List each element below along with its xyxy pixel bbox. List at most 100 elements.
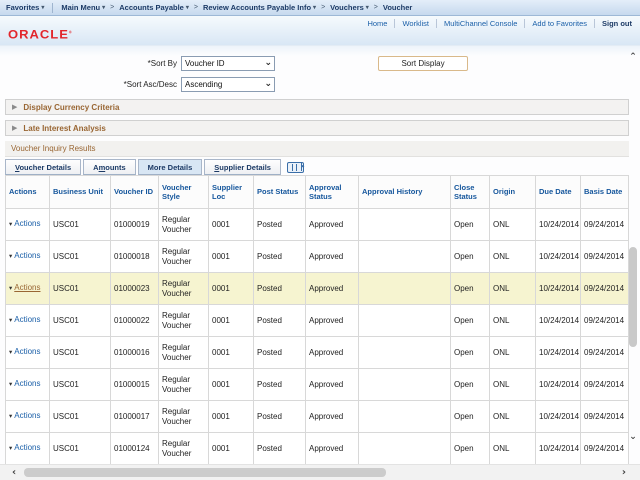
horizontal-scrollbar-thumb[interactable] (24, 468, 386, 477)
business-unit-cell: USC01 (50, 273, 111, 305)
tab-voucher-details[interactable]: Voucher Details (5, 159, 81, 175)
basis-date-cell: 09/24/2014 (581, 273, 629, 305)
approval-history-cell (359, 401, 451, 433)
approval-history-cell (359, 433, 451, 465)
basis-date-cell: 09/24/2014 (581, 337, 629, 369)
close-status-cell: Open (451, 305, 490, 337)
breadcrumb-separator: > (194, 4, 198, 11)
actions-link[interactable]: Actions (14, 347, 40, 356)
origin-cell: ONL (490, 273, 536, 305)
post-status-cell: Posted (254, 305, 306, 337)
origin-cell: ONL (490, 401, 536, 433)
breadcrumb-voucher[interactable]: Voucher (383, 3, 412, 12)
voucher-style-cell: Regular Voucher (159, 401, 209, 433)
breadcrumb-separator: > (374, 4, 378, 11)
voucher-id-cell: 01000018 (111, 241, 159, 273)
chevron-down-icon: ▾ (186, 5, 189, 11)
basis-date-cell: 09/24/2014 (581, 209, 629, 241)
breadcrumb-vouchers[interactable]: Vouchers ▾ (330, 3, 369, 12)
due-date-cell: 10/24/2014 (536, 273, 581, 305)
chevron-down-icon: ▾ (366, 5, 369, 11)
vertical-scrollbar-thumb[interactable] (629, 247, 637, 347)
breadcrumb-voucher-label: Voucher (383, 3, 412, 12)
business-unit-cell: USC01 (50, 241, 111, 273)
actions-link[interactable]: Actions (14, 411, 40, 420)
page-content: *Sort By Voucher ID ⌄ Sort Display *Sort… (0, 46, 640, 480)
section-display-currency-criteria[interactable]: ▶ Display Currency Criteria (5, 99, 629, 115)
oracle-logo: ORACLE® (8, 28, 73, 42)
actions-link[interactable]: Actions (14, 443, 40, 452)
sort-asc-desc-label: *Sort Asc/Desc (0, 80, 177, 89)
section-late-interest-analysis[interactable]: ▶ Late Interest Analysis (5, 120, 629, 136)
actions-cell: ▾Actions (6, 273, 50, 305)
actions-link[interactable]: Actions (14, 283, 40, 292)
tab-amounts[interactable]: Amounts (83, 159, 136, 175)
origin-cell: ONL (490, 209, 536, 241)
col-close-status: Close Status (451, 176, 490, 209)
post-status-cell: Posted (254, 369, 306, 401)
close-status-cell: Open (451, 337, 490, 369)
col-basis-date: Basis Date (581, 176, 629, 209)
sort-by-value: Voucher ID (185, 59, 225, 68)
origin-cell: ONL (490, 433, 536, 465)
scroll-left-icon[interactable]: ‹ (12, 467, 16, 478)
show-all-columns-icon[interactable]: ▸ (287, 162, 304, 173)
actions-cell: ▾Actions (6, 241, 50, 273)
actions-link[interactable]: Actions (14, 251, 40, 260)
home-link[interactable]: Home (367, 19, 387, 28)
breadcrumb-accounts-payable[interactable]: Accounts Payable ▾ (119, 3, 189, 12)
close-status-cell: Open (451, 401, 490, 433)
sort-by-select[interactable]: Voucher ID ⌄ (181, 56, 275, 71)
scroll-up-icon[interactable]: ⌃ (627, 52, 639, 62)
due-date-cell: 10/24/2014 (536, 401, 581, 433)
close-status-cell: Open (451, 369, 490, 401)
utility-divider (394, 19, 395, 28)
voucher-id-cell: 01000017 (111, 401, 159, 433)
sort-display-button[interactable]: Sort Display (378, 56, 468, 71)
tab-supplier-details[interactable]: Supplier Details (204, 159, 281, 175)
voucher-id-cell: 01000023 (111, 273, 159, 305)
collapsed-arrow-icon: ▶ (12, 125, 17, 132)
scroll-down-icon[interactable]: ⌄ (627, 432, 639, 442)
due-date-cell: 10/24/2014 (536, 209, 581, 241)
due-date-cell: 10/24/2014 (536, 305, 581, 337)
multichannel-console-link[interactable]: MultiChannel Console (444, 19, 517, 28)
breadcrumb-main-menu[interactable]: Main Menu ▾ (61, 3, 105, 12)
actions-cell: ▾Actions (6, 369, 50, 401)
sort-asc-desc-select[interactable]: Ascending ⌄ (181, 77, 275, 92)
breadcrumb-review-ap-info[interactable]: Review Accounts Payable Info ▾ (203, 3, 316, 12)
close-status-cell: Open (451, 433, 490, 465)
results-title: Voucher Inquiry Results (11, 144, 96, 153)
close-status-cell: Open (451, 241, 490, 273)
table-row: ▾Actions USC01 01000018 Regular Voucher … (6, 241, 629, 273)
origin-cell: ONL (490, 241, 536, 273)
tab-more-details[interactable]: More Details (138, 159, 203, 175)
table-row: ▾Actions USC01 01000019 Regular Voucher … (6, 209, 629, 241)
table-row-highlighted: ▾Actions USC01 01000023 Regular Voucher … (6, 273, 629, 305)
utility-divider (436, 19, 437, 28)
results-tabs: Voucher Details Amounts More Details Sup… (5, 158, 304, 175)
breadcrumb-separator: > (321, 4, 325, 11)
actions-dropdown-icon: ▾ (9, 349, 12, 356)
registered-mark: ® (69, 30, 73, 35)
add-to-favorites-link[interactable]: Add to Favorites (532, 19, 587, 28)
scroll-right-icon[interactable]: › (622, 467, 626, 478)
vertical-scrollbar[interactable]: ⌃ ⌄ (627, 50, 639, 442)
actions-cell: ▾Actions (6, 305, 50, 337)
actions-link[interactable]: Actions (14, 219, 40, 228)
actions-link[interactable]: Actions (14, 315, 40, 324)
sign-out-link[interactable]: Sign out (602, 19, 632, 28)
actions-dropdown-icon: ▾ (9, 253, 12, 260)
voucher-id-cell: 01000016 (111, 337, 159, 369)
col-business-unit: Business Unit (50, 176, 111, 209)
horizontal-scrollbar[interactable]: ‹ › (0, 464, 640, 480)
approval-history-cell (359, 273, 451, 305)
approval-history-cell (359, 369, 451, 401)
basis-date-cell: 09/24/2014 (581, 401, 629, 433)
supplier-loc-cell: 0001 (209, 433, 254, 465)
breadcrumb-favorites[interactable]: Favorites ▾ (6, 3, 44, 12)
approval-status-cell: Approved (306, 209, 359, 241)
actions-link[interactable]: Actions (14, 379, 40, 388)
supplier-loc-cell: 0001 (209, 305, 254, 337)
worklist-link[interactable]: Worklist (402, 19, 429, 28)
